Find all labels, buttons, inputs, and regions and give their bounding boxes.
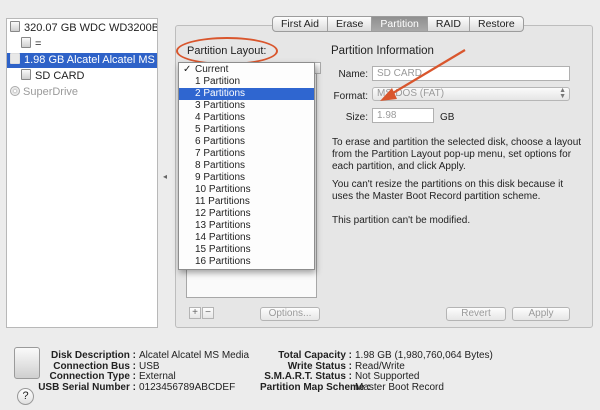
sidebar-item-internal-disk[interactable]: 320.07 GB WDC WD3200BPVT (10, 21, 157, 36)
tab-partition[interactable]: Partition (371, 17, 427, 31)
hard-disk-icon (10, 21, 20, 32)
menu-item-current[interactable]: ✓ Current (179, 64, 314, 76)
menu-item-8-partitions[interactable]: 8 Partitions (179, 160, 314, 172)
volume-icon (21, 69, 31, 80)
resize-warning: You can't resize the partitions on this … (332, 179, 564, 202)
format-value: MS-DOS (FAT) (377, 88, 445, 99)
tab-first-aid[interactable]: First Aid (273, 17, 327, 31)
menu-item-7-partitions[interactable]: 7 Partitions (179, 148, 314, 160)
disk-details-left: Disk Description : Alcatel Alcatel MS Med… (0, 350, 250, 393)
tab-erase[interactable]: Erase (326, 17, 371, 31)
sidebar-item-superdrive[interactable]: SuperDrive (10, 85, 157, 100)
modify-warning: This partition can't be modified. (332, 215, 471, 226)
size-unit: GB (440, 112, 455, 123)
remove-partition-button[interactable]: − (202, 307, 214, 319)
add-partition-button[interactable]: + (189, 307, 201, 319)
sidebar-item-usb-disk[interactable]: 1.98 GB Alcatel Alcatel MS Media (7, 53, 157, 68)
partition-layout-menu[interactable]: ✓ Current 1 Partition 2 Partitions 3 Part… (178, 62, 315, 270)
sidebar-item-label: 1.98 GB Alcatel Alcatel MS Media (24, 54, 157, 66)
menu-item-4-partitions[interactable]: 4 Partitions (179, 112, 314, 124)
disk-details-right: Total Capacity :1.98 GB (1,980,760,064 B… (260, 350, 493, 393)
apply-button[interactable]: Apply (512, 307, 570, 321)
detail-row: Partition Map Scheme : Master Boot Record (260, 381, 444, 393)
name-label: Name: (338, 69, 368, 80)
options-button[interactable]: Options... (260, 307, 320, 321)
sidebar-item-label: 320.07 GB WDC WD3200BPVT (24, 22, 157, 34)
sidebar-item-volume[interactable]: = (21, 37, 157, 52)
detail-row: Connection Type : External (49, 371, 176, 382)
menu-item-11-partitions[interactable]: 11 Partitions (179, 196, 314, 208)
menu-item-16-partitions[interactable]: 16 Partitions (179, 256, 314, 268)
partition-info-title: Partition Information (331, 45, 434, 57)
popup-arrows-icon: ▲ ▼ (559, 87, 566, 100)
size-label: Size: (345, 112, 368, 123)
annotation-oval (176, 37, 278, 65)
disk-sidebar: 320.07 GB WDC WD3200BPVT = 1.98 GB Alcat… (6, 18, 158, 328)
partition-instructions: To erase and partition the selected disk… (332, 137, 582, 172)
detail-row: S.M.A.R.T. Status : Not Supported (264, 371, 420, 382)
splitter-handle-icon[interactable]: ◂ (163, 172, 167, 181)
name-field[interactable]: SD CARD (372, 66, 570, 81)
detail-row: Disk Description : Alcatel Alcatel MS Med… (50, 350, 250, 361)
size-field[interactable]: 1.98 (372, 108, 434, 123)
sidebar-item-label: = (35, 38, 42, 50)
menu-item-6-partitions[interactable]: 6 Partitions (179, 136, 314, 148)
volume-icon (21, 37, 31, 48)
format-label: Format: (333, 91, 368, 102)
detail-row: Total Capacity :1.98 GB (1,980,760,064 B… (278, 350, 493, 361)
menu-item-14-partitions[interactable]: 14 Partitions (179, 232, 314, 244)
menu-item-10-partitions[interactable]: 10 Partitions (179, 184, 314, 196)
menu-item-1-partition[interactable]: 1 Partition (179, 76, 314, 88)
menu-item-15-partitions[interactable]: 15 Partitions (179, 244, 314, 256)
revert-button[interactable]: Revert (446, 307, 506, 321)
tab-bar: First Aid Erase Partition RAID Restore (272, 16, 524, 32)
tab-restore[interactable]: Restore (469, 17, 523, 31)
sidebar-item-sd-card[interactable]: SD CARD (21, 69, 157, 84)
detail-row: USB Serial Number :0123456789ABCDEF (38, 381, 236, 393)
menu-item-12-partitions[interactable]: 12 Partitions (179, 208, 314, 220)
sidebar-item-label: SuperDrive (23, 86, 79, 98)
usb-disk-icon (10, 53, 20, 64)
layout-popup-edge[interactable] (315, 62, 321, 74)
menu-item-3-partitions[interactable]: 3 Partitions (179, 100, 314, 112)
format-popup[interactable]: MS-DOS (FAT) ▲ ▼ (372, 87, 570, 101)
tab-raid[interactable]: RAID (426, 17, 469, 31)
checkmark-icon: ✓ (183, 64, 192, 75)
optical-disc-icon (10, 86, 20, 96)
menu-item-2-partitions[interactable]: 2 Partitions (179, 88, 314, 100)
menu-item-13-partitions[interactable]: 13 Partitions (179, 220, 314, 232)
menu-item-9-partitions[interactable]: 9 Partitions (179, 172, 314, 184)
menu-item-5-partitions[interactable]: 5 Partitions (179, 124, 314, 136)
sidebar-item-label: SD CARD (35, 70, 85, 82)
